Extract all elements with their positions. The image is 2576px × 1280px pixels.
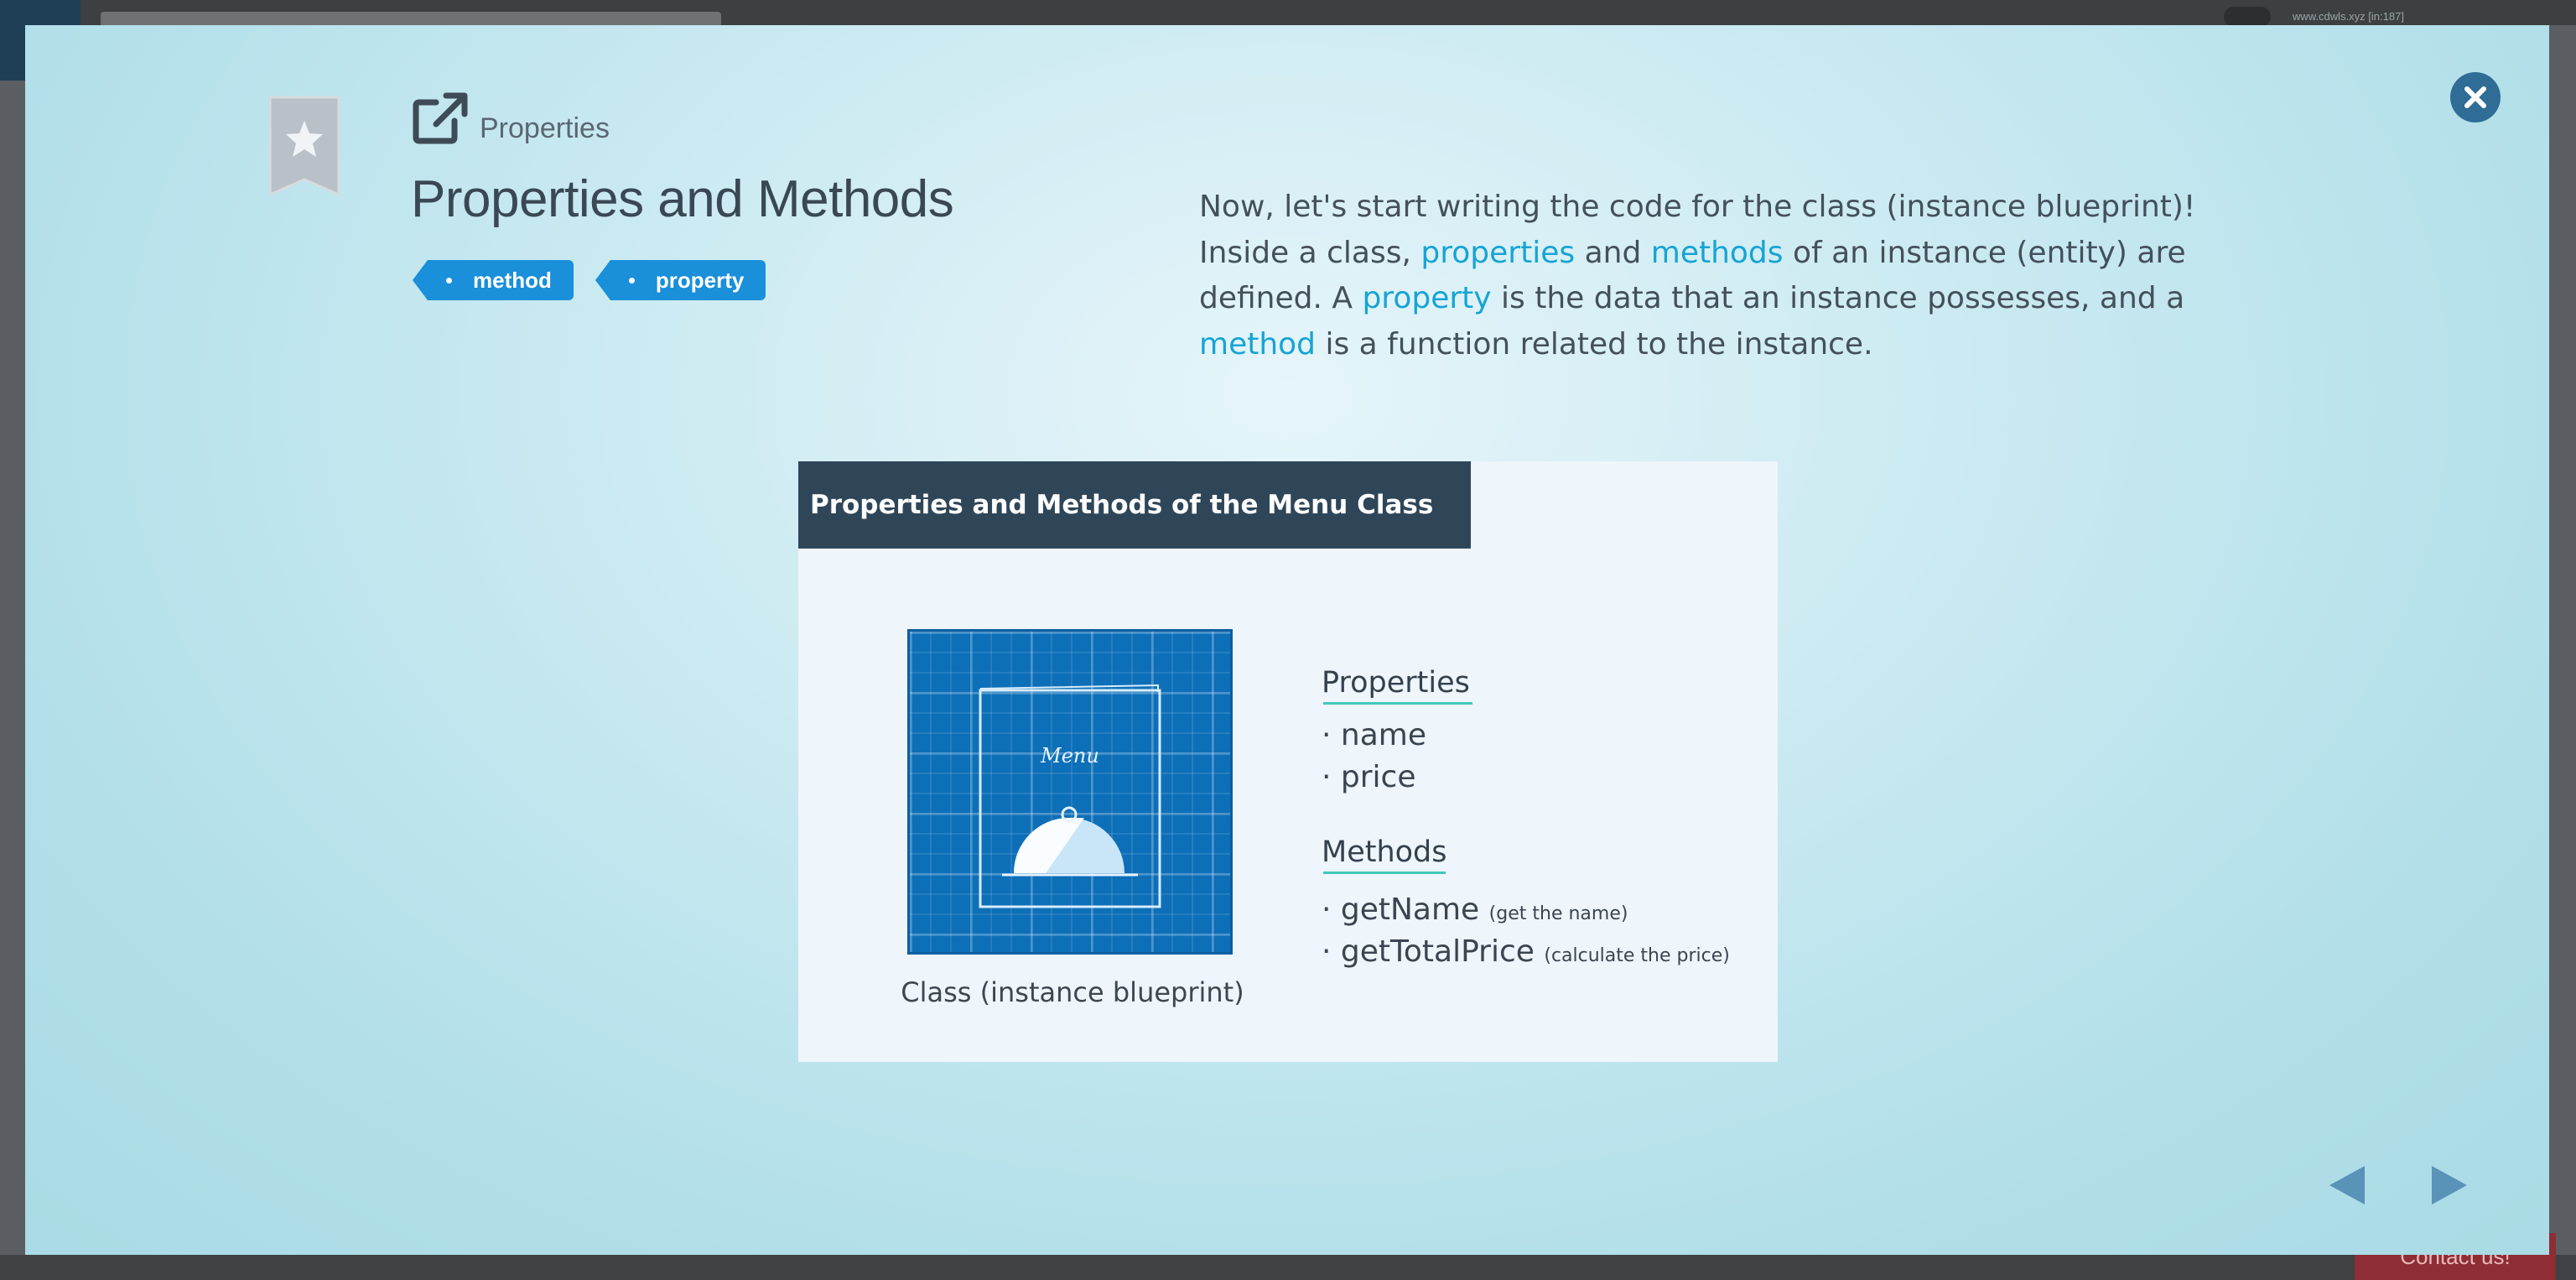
blueprint-menu-label: Menu <box>1040 744 1099 767</box>
method-item-getname: · getName (get the name) <box>1322 892 1628 927</box>
arrow-right-icon[interactable] <box>2430 1164 2469 1206</box>
method-note: (get the name) <box>1488 903 1628 924</box>
method-note: (calculate the price) <box>1544 945 1730 966</box>
background-bottom-bar <box>0 1255 2576 1280</box>
bookmark-button[interactable] <box>268 96 340 197</box>
lesson-modal: Properties Properties and Methods method… <box>25 25 2549 1255</box>
keyword-properties: properties <box>1420 235 1576 270</box>
properties-heading: Properties <box>1322 666 1472 705</box>
background-user-text: www.cdwls.xyz [in:187] <box>2293 10 2404 23</box>
property-item-name: · name <box>1322 718 1426 752</box>
method-name: · getTotalPrice <box>1322 934 1535 969</box>
keyword-methods: methods <box>1650 235 1784 270</box>
methods-heading-text: Methods <box>1322 835 1447 869</box>
section-label: Properties <box>480 112 610 144</box>
keyword-method: method <box>1199 326 1317 362</box>
description-text: and <box>1575 235 1651 270</box>
page-title: Properties and Methods <box>411 170 954 228</box>
class-blueprint-illustration: Menu <box>907 629 1233 955</box>
method-name: · getName <box>1322 892 1480 927</box>
methods-heading: Methods <box>1322 835 1447 874</box>
properties-heading-text: Properties <box>1322 666 1470 700</box>
property-item-price: · price <box>1322 760 1416 794</box>
tag-method[interactable]: method <box>413 260 574 300</box>
tag-list: method property <box>413 260 766 300</box>
lesson-description: Now, let's start writing the code for th… <box>1199 185 2281 367</box>
heading-underline <box>1323 872 1446 874</box>
lesson-slide: Properties and Methods of the Menu Class… <box>798 461 1778 1062</box>
method-item-gettotalprice: · getTotalPrice (calculate the price) <box>1322 934 1730 969</box>
external-link-icon <box>413 92 468 144</box>
close-icon <box>2464 86 2486 108</box>
blueprint-caption: Class (instance blueprint) <box>901 976 1244 1008</box>
slide-title-bar: Properties and Methods of the Menu Class <box>798 461 1471 549</box>
close-button[interactable] <box>2450 72 2501 122</box>
arrow-left-icon[interactable] <box>2328 1164 2366 1206</box>
slide-title: Properties and Methods of the Menu Class <box>810 490 1434 520</box>
description-text: is the data that an instance possesses, … <box>1491 281 2185 315</box>
menu-blueprint-icon: Menu <box>979 684 1161 908</box>
description-text: is a function related to the instance. <box>1316 326 1873 362</box>
keyword-property: property <box>1362 281 1492 315</box>
background-user-avatar <box>2224 7 2271 27</box>
bookmark-star-icon <box>268 96 340 197</box>
heading-underline <box>1323 702 1472 705</box>
tag-property[interactable]: property <box>595 260 766 300</box>
